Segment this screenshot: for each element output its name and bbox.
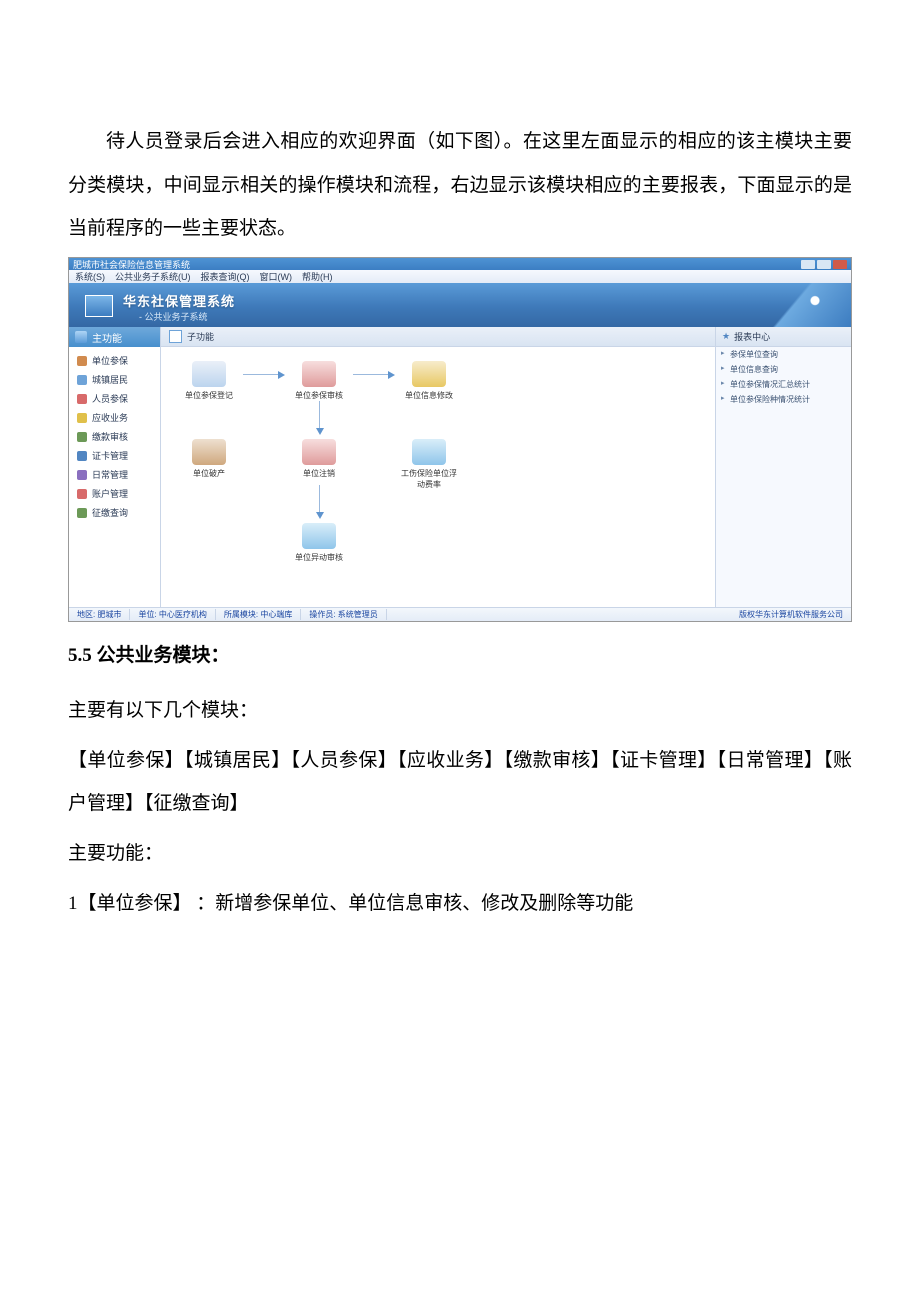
- flow-icon: [302, 361, 336, 387]
- report-panel: 报表中心 参保单位查询 单位信息查询 单位参保情况汇总统计 单位参保险种情况统计: [715, 327, 851, 607]
- flow-canvas: 单位参保登记 单位参保审核 单位信息修改 单位破产 单位注销 工伤保险单位浮动费…: [161, 347, 715, 371]
- flow-node-label: 单位信息修改: [405, 391, 453, 400]
- menu-window[interactable]: 窗口(W): [260, 270, 293, 283]
- sidebar-item-daily-manage[interactable]: 日常管理: [69, 465, 160, 484]
- flow-node-label: 工伤保险单位浮动费率: [401, 469, 457, 489]
- menu-public-business[interactable]: 公共业务子系统(U): [115, 270, 191, 283]
- arrow-icon: [319, 401, 320, 433]
- sidebar-item-unit-insure[interactable]: 单位参保: [69, 351, 160, 370]
- sidebar-item-label: 单位参保: [92, 354, 128, 367]
- intro-paragraph: 待人员登录后会进入相应的欢迎界面（如下图）。在这里左面显示的相应的该主模块主要分…: [68, 120, 852, 251]
- flow-node-label: 单位注销: [303, 469, 335, 478]
- sidebar-item-label: 日常管理: [92, 468, 128, 481]
- nav-icon: [77, 508, 87, 518]
- app-name: 华东社保管理系统: [123, 291, 235, 310]
- sidebar-item-payment-audit[interactable]: 缴款审核: [69, 427, 160, 446]
- flow-node-unit-bankrupt[interactable]: 单位破产: [179, 439, 239, 479]
- app-banner: 华东社保管理系统 - 公共业务子系统: [69, 283, 851, 327]
- window-title-text: 肥城市社会保险信息管理系统: [73, 258, 190, 271]
- nav-icon: [77, 489, 87, 499]
- sidebar-item-person-insure[interactable]: 人员参保: [69, 389, 160, 408]
- status-copyright: 版权华东计算机软件服务公司: [731, 609, 851, 620]
- flow-node-unit-change-audit[interactable]: 单位异动审核: [289, 523, 349, 563]
- app-subtitle: - 公共业务子系统: [139, 310, 208, 323]
- report-item-unit-insure-summary[interactable]: 单位参保情况汇总统计: [716, 377, 851, 392]
- flow-icon: [412, 361, 446, 387]
- window-titlebar: 肥城市社会保险信息管理系统: [69, 258, 851, 270]
- section-title: 5.5 公共业务模块：: [68, 640, 852, 667]
- status-unit: 单位: 中心医疗机构: [130, 609, 215, 620]
- banner-decoration-icon: [731, 283, 851, 327]
- function-item-1: 1【单位参保】 ：新增参保单位、单位信息审核、修改及删除等功能: [68, 882, 852, 926]
- nav-icon: [77, 394, 87, 404]
- status-bar: 地区: 肥城市 单位: 中心医疗机构 所属模块: 中心端库 操作员: 系统管理员…: [69, 607, 851, 621]
- sidebar-item-label: 征缴查询: [92, 506, 128, 519]
- nav-icon: [77, 356, 87, 366]
- close-button[interactable]: [833, 260, 847, 269]
- sidebar-item-collection-query[interactable]: 征缴查询: [69, 503, 160, 522]
- sidebar-item-label: 应收业务: [92, 411, 128, 424]
- flow-node-label: 单位参保审核: [295, 391, 343, 400]
- flow-node-label: 单位参保登记: [185, 391, 233, 400]
- window-controls: [801, 260, 847, 269]
- sidebar-item-card-manage[interactable]: 证卡管理: [69, 446, 160, 465]
- app-logo-icon: [85, 295, 113, 317]
- flow-icon: [192, 439, 226, 465]
- flow-icon: [192, 361, 226, 387]
- flow-node-label: 单位破产: [193, 469, 225, 478]
- module-list: 【单位参保】【城镇居民】【人员参保】【应收业务】【缴款审核】【证卡管理】【日常管…: [68, 739, 852, 826]
- menu-bar: 系统(S) 公共业务子系统(U) 报表查询(Q) 窗口(W) 帮助(H): [69, 270, 851, 283]
- flow-node-unit-register[interactable]: 单位参保登记: [179, 361, 239, 401]
- arrow-icon: [319, 485, 320, 517]
- minimize-button[interactable]: [801, 260, 815, 269]
- menu-report-query[interactable]: 报表查询(Q): [201, 270, 250, 283]
- report-item-unit-insure-type-stat[interactable]: 单位参保险种情况统计: [716, 392, 851, 407]
- nav-icon: [77, 470, 87, 480]
- flow-icon: [302, 439, 336, 465]
- sidebar-item-account-manage[interactable]: 账户管理: [69, 484, 160, 503]
- sidebar-item-label: 缴款审核: [92, 430, 128, 443]
- nav-icon: [77, 413, 87, 423]
- sidebar: 主功能 单位参保 城镇居民 人员参保 应收业务 缴款审核 证卡管理 日常管理 账…: [69, 327, 161, 607]
- flow-node-label: 单位异动审核: [295, 553, 343, 562]
- sidebar-item-urban-resident[interactable]: 城镇居民: [69, 370, 160, 389]
- status-module: 所属模块: 中心端库: [216, 609, 301, 620]
- menu-system[interactable]: 系统(S): [75, 270, 105, 283]
- flow-icon: [302, 523, 336, 549]
- flow-node-unit-modify[interactable]: 单位信息修改: [399, 361, 459, 401]
- status-region: 地区: 肥城市: [69, 609, 130, 620]
- main-area: 子功能 单位参保登记 单位参保审核 单位信息修改 单位破产 单位注销 工伤保险单…: [161, 327, 715, 607]
- sidebar-item-receivable[interactable]: 应收业务: [69, 408, 160, 427]
- sidebar-item-label: 人员参保: [92, 392, 128, 405]
- flow-icon: [412, 439, 446, 465]
- status-operator: 操作员: 系统管理员: [301, 609, 386, 620]
- nav-icon: [77, 375, 87, 385]
- report-header: 报表中心: [716, 327, 851, 347]
- function-intro: 主要功能：: [68, 832, 852, 876]
- app-screenshot: 肥城市社会保险信息管理系统 系统(S) 公共业务子系统(U) 报表查询(Q) 窗…: [68, 257, 852, 622]
- sidebar-header: 主功能: [69, 327, 160, 347]
- sidebar-item-label: 账户管理: [92, 487, 128, 500]
- flow-node-unit-cancel[interactable]: 单位注销: [289, 439, 349, 479]
- arrow-icon: [353, 374, 393, 375]
- flow-node-unit-audit[interactable]: 单位参保审核: [289, 361, 349, 401]
- main-header: 子功能: [161, 327, 715, 347]
- module-intro: 主要有以下几个模块：: [68, 689, 852, 733]
- maximize-button[interactable]: [817, 260, 831, 269]
- nav-icon: [77, 451, 87, 461]
- nav-icon: [77, 432, 87, 442]
- arrow-icon: [243, 374, 283, 375]
- sidebar-item-label: 城镇居民: [92, 373, 128, 386]
- sidebar-item-label: 证卡管理: [92, 449, 128, 462]
- menu-help[interactable]: 帮助(H): [302, 270, 333, 283]
- report-item-insured-unit-query[interactable]: 参保单位查询: [716, 347, 851, 362]
- flow-node-work-injury-float[interactable]: 工伤保险单位浮动费率: [399, 439, 459, 490]
- report-item-unit-info-query[interactable]: 单位信息查询: [716, 362, 851, 377]
